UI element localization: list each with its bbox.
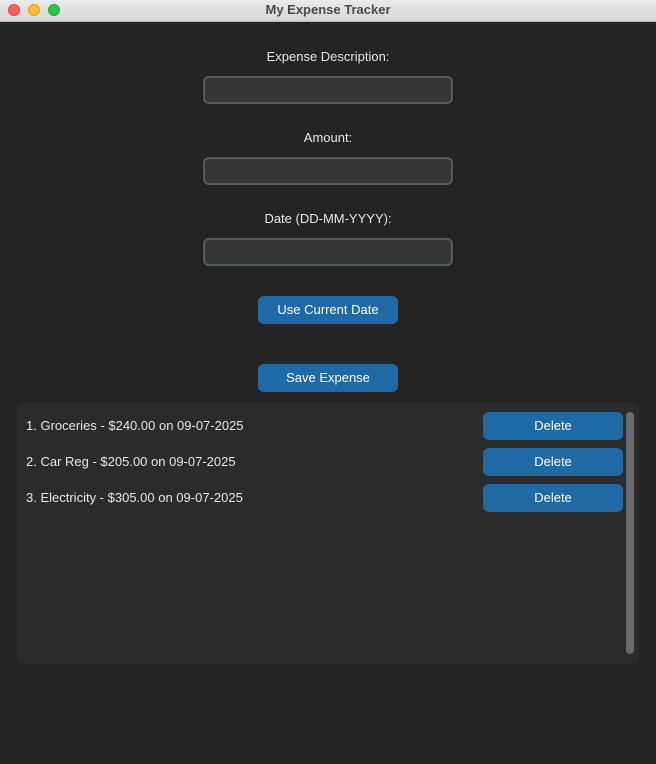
expense-row: 3. Electricity - $305.00 on 09-07-2025 D… (17, 484, 627, 512)
delete-expense-button[interactable]: Delete (483, 412, 623, 440)
delete-expense-button[interactable]: Delete (483, 484, 623, 512)
description-input[interactable] (203, 76, 453, 104)
expense-row-text: 2. Car Reg - $205.00 on 09-07-2025 (26, 454, 236, 469)
save-expense-button[interactable]: Save Expense (258, 364, 398, 392)
list-scrollbar[interactable] (626, 412, 634, 654)
description-label: Expense Description: (266, 49, 390, 64)
title-bar: My Expense Tracker (0, 0, 656, 22)
app-window: My Expense Tracker Expense Description: … (0, 0, 656, 764)
delete-expense-button[interactable]: Delete (483, 448, 623, 476)
amount-input[interactable] (203, 157, 453, 185)
amount-label: Amount: (303, 130, 353, 145)
expense-row: 2. Car Reg - $205.00 on 09-07-2025 Delet… (17, 448, 627, 476)
date-input[interactable] (203, 238, 453, 266)
date-label: Date (DD-MM-YYYY): (264, 211, 392, 226)
window-title: My Expense Tracker (265, 2, 391, 17)
use-current-date-button[interactable]: Use Current Date (258, 296, 398, 324)
expense-row-text: 3. Electricity - $305.00 on 09-07-2025 (26, 490, 243, 505)
expense-row-text: 1. Groceries - $240.00 on 09-07-2025 (26, 418, 244, 433)
expense-list: 1. Groceries - $240.00 on 09-07-2025 Del… (17, 402, 639, 664)
expense-row: 1. Groceries - $240.00 on 09-07-2025 Del… (17, 412, 627, 440)
